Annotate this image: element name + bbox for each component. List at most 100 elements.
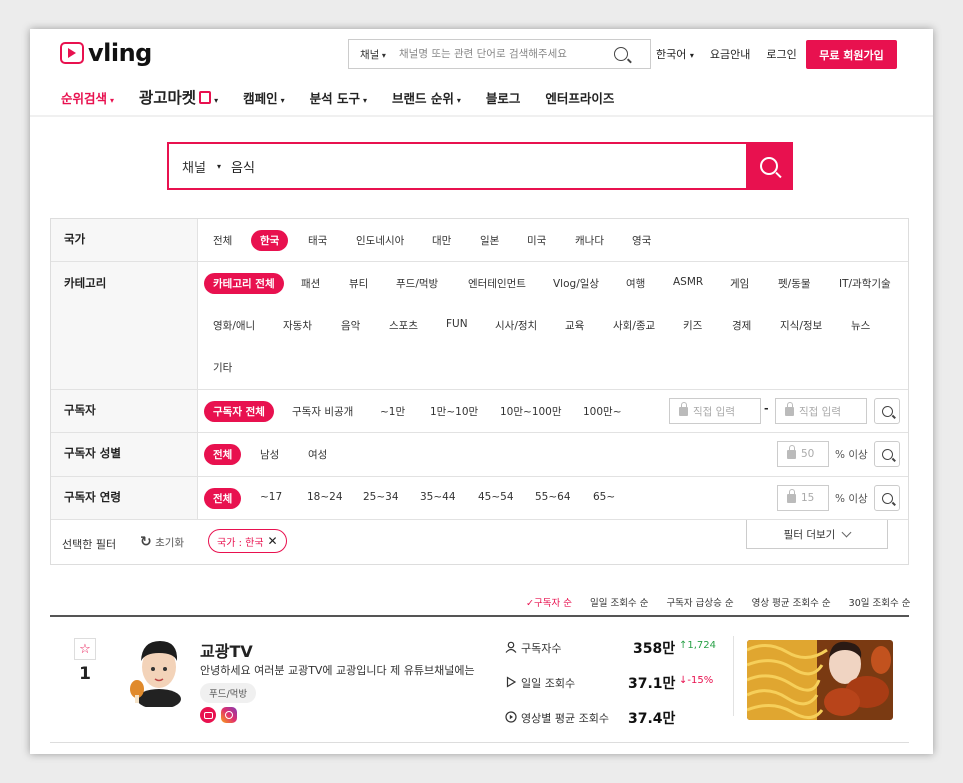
sort-option[interactable]: 일일 조회수 순 [590,595,648,609]
filter-option[interactable]: 패션 [301,276,320,291]
filter-option[interactable]: 55~64 [535,491,571,503]
filter-option[interactable]: 35~44 [420,491,456,503]
signup-button[interactable]: 무료 회원가입 [806,40,897,69]
filter-option[interactable]: 캐나다 [575,233,604,248]
avg-views-value: 37.4만 [628,711,676,727]
pricing-link[interactable]: 요금안내 [710,46,750,62]
reset-button[interactable]: ↻ 초기화 [140,534,184,550]
filter-option[interactable]: 전체 [204,488,242,509]
header-search-input[interactable] [399,48,614,60]
filter-option[interactable]: 경제 [732,318,751,333]
chevron-down-icon: ▾ [110,95,115,105]
filter-option[interactable]: Vlog/일상 [553,276,599,291]
sort-option[interactable]: ✓구독자 순 [526,595,572,609]
filter-option[interactable]: 자동차 [283,318,312,333]
channel-avatar[interactable] [128,633,188,709]
main-search-type-select[interactable]: 채널 [169,157,217,176]
age-search-button[interactable] [874,485,900,511]
vling-logo[interactable]: vling [60,39,152,67]
main-search-button[interactable] [746,143,792,189]
filter-option[interactable]: 태국 [308,233,327,248]
filter-option[interactable]: 남성 [260,447,279,462]
filter-option[interactable]: 지식/정보 [780,318,822,333]
filter-option[interactable]: 전체 [213,233,232,248]
nav-item[interactable]: 광고마켓 ▾ [139,86,218,108]
channel-name[interactable]: 교광TV [200,638,253,662]
subscriber-search-button[interactable] [874,398,900,424]
filter-option[interactable]: 기타 [213,360,232,375]
more-filters-button[interactable]: 필터 더보기 [746,520,888,549]
filter-option[interactable]: 구독자 비공개 [292,404,353,419]
filter-option[interactable]: 엔터테인먼트 [468,276,526,291]
filter-option[interactable]: ASMR [673,276,703,288]
subscriber-min-input[interactable]: 직접 입력 [669,398,761,424]
selected-filter-tag[interactable]: 국가 : 한국 ✕ [208,529,287,553]
filter-option[interactable]: 게임 [730,276,749,291]
filter-option[interactable]: 구독자 전체 [204,401,274,422]
filter-option[interactable]: 여행 [626,276,645,291]
filter-option[interactable]: 카테고리 전체 [204,273,284,294]
filter-option[interactable]: 사회/종교 [613,318,655,333]
filter-option[interactable]: 18~24 [307,491,343,503]
filter-option[interactable]: 미국 [527,233,546,248]
filter-option[interactable]: 한국 [251,230,289,251]
filter-option[interactable]: 영국 [632,233,651,248]
filter-option[interactable]: 인도네시아 [356,233,404,248]
search-icon [881,448,893,460]
user-icon [505,641,517,656]
nav-item[interactable]: 블로그 [486,88,521,107]
filter-option[interactable]: 영화/애니 [213,318,255,333]
filter-option[interactable]: 1만~10만 [430,404,478,419]
sort-option[interactable]: 구독자 급상승 순 [666,595,733,609]
filter-option[interactable]: 45~54 [478,491,514,503]
gender-percent-input[interactable]: 50 [777,441,829,467]
filter-option[interactable]: FUN [446,318,468,330]
filter-option[interactable]: 10만~100만 [500,404,562,419]
filter-option[interactable]: 100만~ [583,404,622,419]
header-search-type-select[interactable]: 채널 [349,47,399,62]
filter-option[interactable]: 키즈 [683,318,702,333]
login-link[interactable]: 로그인 [766,46,796,62]
gender-search-button[interactable] [874,441,900,467]
language-select[interactable]: 한국어 ▾ [656,46,694,62]
filter-option[interactable]: 65~ [593,491,615,503]
instagram-icon[interactable] [221,707,237,723]
filter-option[interactable]: IT/과학기술 [839,276,891,291]
filter-option[interactable]: 펫/동물 [778,276,811,291]
sort-option[interactable]: 영상 평균 조회수 순 [752,595,831,609]
video-thumbnail[interactable] [747,640,893,720]
filter-option[interactable]: 여성 [308,447,327,462]
nav-item[interactable]: 순위검색 ▾ [61,88,114,107]
filter-option[interactable]: 뷰티 [349,276,368,291]
header-links: 한국어 ▾ 요금안내 로그인 [656,46,797,62]
filter-option[interactable]: ~17 [260,491,282,503]
vling-page: vling 채널 한국어 ▾ 요금안내 로그인 무료 회원가입 순위검색▾ 광고마… [30,29,933,754]
nav-item[interactable]: 엔터프라이즈 [545,88,614,107]
age-percent-input[interactable]: 15 [777,485,829,511]
filter-label: 카테고리 [51,262,198,389]
filter-option[interactable]: 대만 [432,233,451,248]
filter-row-age: 구독자 연령 전체 ~17 18~24 25~34 35~44 45~54 55~64 65~… [51,477,908,520]
filter-option[interactable]: 음악 [341,318,360,333]
sort-option[interactable]: 30일 조회수 순 [849,595,911,609]
nav-item[interactable]: 브랜드 순위 ▾ [392,88,461,107]
filter-label: 구독자 성별 [51,433,198,476]
filter-option[interactable]: 일본 [480,233,499,248]
youtube-icon[interactable] [200,707,216,723]
filter-option[interactable]: 시사/정치 [495,318,537,333]
filter-option[interactable]: 스포츠 [389,318,418,333]
search-icon[interactable] [614,47,628,61]
nav-item[interactable]: 캠페인 ▾ [243,88,285,107]
filter-option[interactable]: 25~34 [363,491,399,503]
filter-option[interactable]: 뉴스 [851,318,870,333]
close-icon[interactable]: ✕ [268,534,278,548]
favorite-star-icon[interactable]: ☆ [74,638,96,660]
filter-option[interactable]: 푸드/먹방 [396,276,438,291]
nav-item[interactable]: 분석 도구 ▾ [310,88,367,107]
subscriber-max-input[interactable]: 직접 입력 [775,398,867,424]
filter-option[interactable]: 전체 [204,444,242,465]
filter-label: 구독자 연령 [51,477,198,519]
filter-option[interactable]: ~1만 [380,404,405,419]
main-search-input[interactable]: 음식 [231,157,746,176]
filter-option[interactable]: 교육 [565,318,584,333]
